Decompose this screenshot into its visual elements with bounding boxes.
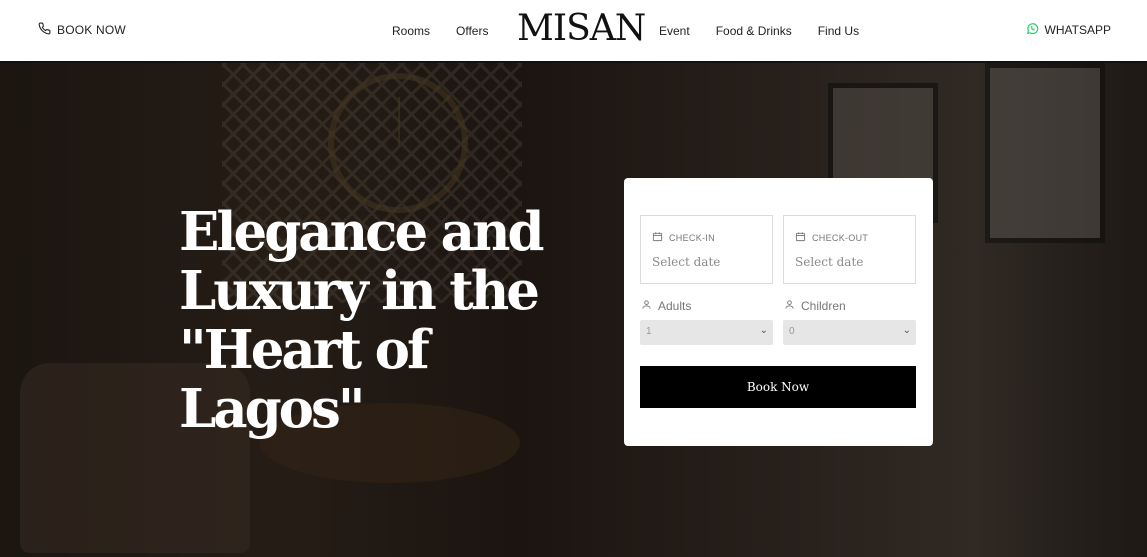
book-now-label: BOOK NOW [57, 23, 126, 37]
checkout-label-wrap: CHECK-OUT [795, 231, 868, 244]
chevron-down-icon: ⌄ [759, 325, 768, 336]
checkout-field[interactable]: CHECK-OUT Select date [783, 215, 916, 284]
nav-left: Rooms Offers [392, 24, 488, 38]
children-select-value: 0 [789, 326, 795, 337]
headline-line: Elegance and [179, 201, 545, 263]
book-now-link[interactable]: BOOK NOW [38, 22, 126, 38]
nav-item-event[interactable]: Event [659, 24, 690, 38]
nav-right: Event Food & Drinks Find Us [659, 24, 859, 38]
booking-card: CHECK-IN Select date CHECK-OUT Select da… [624, 178, 933, 446]
checkout-label: CHECK-OUT [812, 232, 869, 243]
nav-item-food-drinks[interactable]: Food & Drinks [716, 24, 792, 38]
adults-label: Adults [658, 299, 692, 313]
hero-section: Elegance and Luxury in the "Heart of Lag… [0, 63, 1147, 557]
calendar-icon [652, 231, 663, 244]
checkin-label-wrap: CHECK-IN [652, 231, 715, 244]
book-now-button[interactable]: Book Now [640, 366, 916, 408]
nav-item-rooms[interactable]: Rooms [392, 24, 430, 38]
headline-line: "Heart of Lagos" [179, 319, 430, 440]
children-label: Children [801, 299, 846, 313]
whatsapp-label: WHATSAPP [1044, 23, 1111, 37]
checkin-value: Select date [652, 255, 721, 269]
checkin-field[interactable]: CHECK-IN Select date [640, 215, 773, 284]
person-icon [784, 299, 795, 313]
checkin-label: CHECK-IN [669, 232, 715, 243]
nav-item-find-us[interactable]: Find Us [818, 24, 859, 38]
chevron-down-icon: ⌄ [902, 325, 911, 336]
adults-select-value: 1 [646, 326, 652, 337]
nav-item-offers[interactable]: Offers [456, 24, 488, 38]
whatsapp-icon [1026, 22, 1039, 38]
person-icon [641, 299, 652, 313]
phone-icon [38, 22, 51, 38]
checkout-value: Select date [795, 255, 864, 269]
adults-label-wrap: Adults [641, 299, 691, 313]
whatsapp-link[interactable]: WHATSAPP [1026, 22, 1111, 38]
children-label-wrap: Children [784, 299, 846, 313]
calendar-icon [795, 231, 806, 244]
site-logo[interactable]: MISAN [517, 8, 646, 49]
headline-line: Luxury in the [179, 260, 540, 322]
site-header: BOOK NOW Rooms Offers MISAN Event Food &… [0, 0, 1147, 63]
adults-select[interactable]: 1 ⌄ [640, 320, 773, 345]
hero-headline: Elegance and Luxury in the "Heart of Lag… [179, 203, 599, 439]
children-select[interactable]: 0 ⌄ [783, 320, 916, 345]
